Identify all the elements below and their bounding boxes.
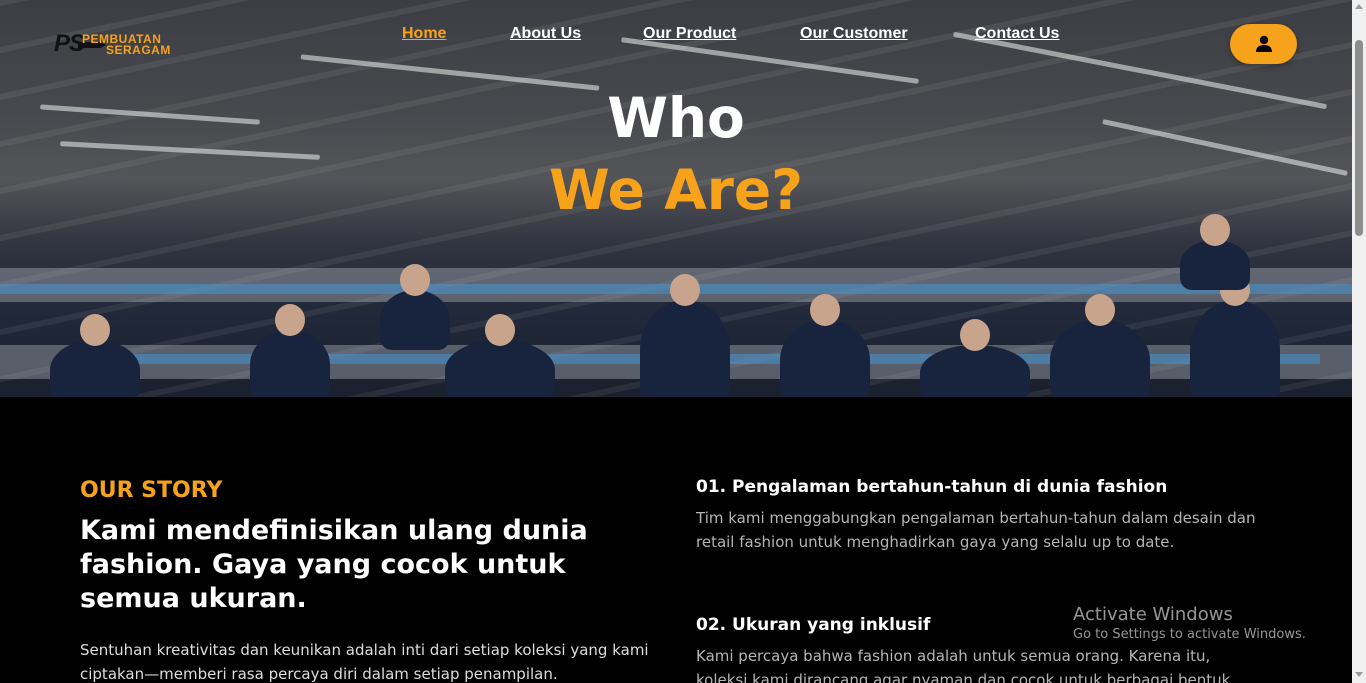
hero-worker <box>780 294 870 397</box>
feature-body-1: Tim kami menggabungkan pengalaman bertah… <box>696 509 1256 551</box>
hero-worker <box>920 319 1030 397</box>
nav-link-about-us[interactable]: About Us <box>510 25 581 43</box>
hero-worker <box>250 304 330 397</box>
hero-section: PS PEMBUATAN SERAGAM Home About Us Our P… <box>0 0 1352 397</box>
nav-link-our-product[interactable]: Our Product <box>643 25 736 43</box>
scroll-up-arrow-icon[interactable] <box>1355 4 1363 9</box>
nav-link-home[interactable]: Home <box>402 25 446 43</box>
watermark-subtitle: Go to Settings to activate Windows. <box>1073 627 1306 642</box>
hero-worker <box>1180 214 1250 290</box>
main-nav: Home About Us Our Product Our Customer C… <box>0 25 1352 47</box>
nav-link-our-customer[interactable]: Our Customer <box>800 25 908 43</box>
nav-link-contact-us[interactable]: Contact Us <box>975 25 1059 43</box>
user-icon <box>1255 35 1272 52</box>
user-account-button[interactable] <box>1230 24 1297 64</box>
hero-worker <box>50 314 140 397</box>
feature-title-2: 02. Ukuran yang inklusif <box>696 615 931 635</box>
hero-worker <box>1050 294 1150 397</box>
hero-worker <box>640 274 730 397</box>
story-body: Sentuhan kreativitas dan keunikan adalah… <box>80 641 649 683</box>
feature-body-2: Kami percaya bahwa fashion adalah untuk … <box>696 647 1231 683</box>
scrollbar-thumb[interactable] <box>1355 40 1363 236</box>
hero-worker <box>1190 274 1280 397</box>
hero-worker <box>445 314 555 397</box>
hero-title-line-1: Who <box>607 86 745 150</box>
page-scrollbar[interactable] <box>1352 0 1366 683</box>
story-kicker: OUR STORY <box>80 478 223 503</box>
hero-title-line-2: We Are? <box>548 158 804 222</box>
scroll-down-arrow-icon[interactable] <box>1355 672 1363 677</box>
hero-worker <box>380 264 450 350</box>
feature-title-1: 01. Pengalaman bertahun-tahun di dunia f… <box>696 477 1168 497</box>
watermark-title: Activate Windows <box>1073 604 1233 625</box>
story-headline: Kami mendefinisikan ulang dunia fashion.… <box>80 515 588 614</box>
windows-activation-watermark: Activate Windows Go to Settings to activ… <box>1073 604 1306 642</box>
